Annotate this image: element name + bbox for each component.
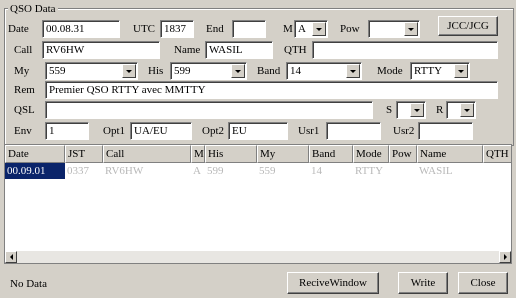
qth-label: QTH <box>284 44 307 56</box>
column-header-name[interactable]: Name <box>417 145 483 163</box>
status-text: No Data <box>10 278 47 290</box>
chevron-down-icon[interactable] <box>312 22 326 36</box>
mode-label: Mode <box>377 65 403 77</box>
cell-mode[interactable]: RTTY <box>353 163 389 179</box>
chevron-down-icon[interactable] <box>454 64 468 78</box>
column-header-jst[interactable]: JST <box>65 145 103 163</box>
name-field[interactable]: WASIL <box>205 41 273 59</box>
band-label: Band <box>257 65 281 77</box>
my-rst-select[interactable]: 559 <box>45 62 138 80</box>
remark-field[interactable]: Premier QSO RTTY avec MMTTY <box>45 81 498 99</box>
my-label: My <box>14 65 30 77</box>
recive-window-button[interactable]: ReciveWindow <box>287 272 379 294</box>
usr2-label: Usr2 <box>393 125 415 137</box>
qsl-sent-select[interactable] <box>396 101 426 119</box>
opt1-field[interactable]: UA/EU <box>130 122 192 140</box>
column-header-call[interactable]: Call <box>103 145 191 163</box>
qso-data-title: QSO Data <box>8 2 58 16</box>
his-label: His <box>148 65 164 77</box>
cell-name[interactable]: WASIL <box>417 163 483 179</box>
horizontal-scrollbar[interactable] <box>5 251 511 263</box>
chevron-down-icon[interactable] <box>404 22 418 36</box>
cell-qth[interactable] <box>483 163 511 179</box>
band-value: 14 <box>290 65 301 77</box>
cell-band[interactable]: 14 <box>309 163 353 179</box>
cell-call[interactable]: RV6HW <box>103 163 191 179</box>
opt2-label: Opt2 <box>202 125 224 137</box>
qso-log-grid[interactable]: Date JST Call M His My Band Mode Pow Nam… <box>4 144 512 264</box>
cell-date[interactable]: 00.09.01 <box>5 163 65 179</box>
column-header-qth[interactable]: QTH <box>483 145 511 163</box>
usr1-label: Usr1 <box>298 125 320 137</box>
chevron-down-icon[interactable] <box>410 103 424 117</box>
chevron-down-icon[interactable] <box>460 103 474 117</box>
chevron-down-icon[interactable] <box>231 64 245 78</box>
scroll-right-icon[interactable] <box>499 251 511 263</box>
his-rst-value: 599 <box>174 65 191 77</box>
m-label: M <box>283 23 293 35</box>
cell-my[interactable]: 559 <box>257 163 309 179</box>
r-label: R <box>436 104 444 116</box>
grid-header: Date JST Call M His My Band Mode Pow Nam… <box>5 145 511 163</box>
column-header-band[interactable]: Band <box>309 145 353 163</box>
cell-pow[interactable] <box>389 163 417 179</box>
date-field[interactable]: 00.08.31 <box>42 20 120 38</box>
band-select[interactable]: 14 <box>286 62 362 80</box>
column-header-my[interactable]: My <box>257 145 309 163</box>
mode-value: RTTY <box>414 65 443 77</box>
cell-jst[interactable]: 0337 <box>65 163 103 179</box>
table-row[interactable]: 00.09.01 0337 RV6HW A 599 559 14 RTTY WA… <box>5 163 511 179</box>
column-header-m[interactable]: M <box>191 145 205 163</box>
pow-label: Pow <box>340 23 360 35</box>
chevron-down-icon[interactable] <box>346 64 360 78</box>
qth-field[interactable] <box>312 41 498 59</box>
end-label: End <box>206 23 224 35</box>
column-header-mode[interactable]: Mode <box>353 145 389 163</box>
cell-m[interactable]: A <box>191 163 205 179</box>
usr2-field[interactable] <box>418 122 473 140</box>
qsl-label: QSL <box>14 104 35 116</box>
column-header-date[interactable]: Date <box>5 145 65 163</box>
s-label: S <box>386 104 393 116</box>
qsl-field[interactable] <box>45 101 373 119</box>
m-select[interactable]: A <box>294 20 328 38</box>
my-rst-value: 559 <box>49 65 66 77</box>
call-field[interactable]: RV6HW <box>42 41 160 59</box>
write-button[interactable]: Write <box>398 272 448 294</box>
column-header-his[interactable]: His <box>205 145 257 163</box>
scroll-left-icon[interactable] <box>5 251 17 263</box>
date-label: Date <box>8 23 29 35</box>
cell-his[interactable]: 599 <box>205 163 257 179</box>
end-field[interactable] <box>232 20 266 38</box>
name-label: Name <box>174 44 201 56</box>
opt2-field[interactable]: EU <box>228 122 288 140</box>
utc-field[interactable]: 1837 <box>160 20 194 38</box>
env-label: Env <box>14 125 32 137</box>
column-header-pow[interactable]: Pow <box>389 145 417 163</box>
close-button[interactable]: Close <box>458 272 508 294</box>
jcc-jcg-button[interactable]: JCC/JCG <box>438 16 498 36</box>
env-field[interactable]: 1 <box>45 122 89 140</box>
chevron-down-icon[interactable] <box>122 64 136 78</box>
opt1-label: Opt1 <box>103 125 125 137</box>
pow-select[interactable] <box>368 20 420 38</box>
utc-label: UTC <box>133 23 155 35</box>
rem-label: Rem <box>14 84 35 96</box>
call-label: Call <box>14 44 33 56</box>
usr1-field[interactable] <box>326 122 381 140</box>
his-rst-select[interactable]: 599 <box>170 62 247 80</box>
qsl-received-select[interactable] <box>446 101 476 119</box>
mode-select[interactable]: RTTY <box>410 62 470 80</box>
m-value: A <box>298 23 306 35</box>
